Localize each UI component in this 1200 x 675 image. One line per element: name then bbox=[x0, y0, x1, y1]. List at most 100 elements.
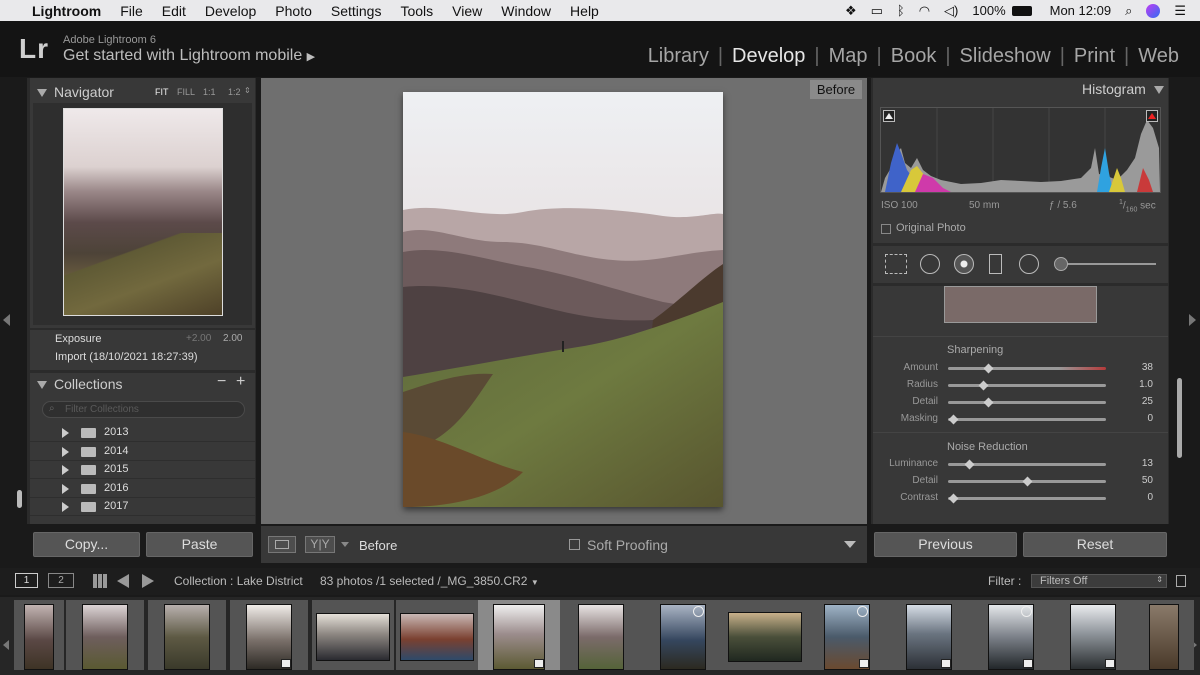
expand-arrow-icon[interactable] bbox=[62, 465, 69, 476]
slider-contrast[interactable]: Contrast 0 bbox=[873, 492, 1168, 506]
menu-file[interactable]: File bbox=[120, 3, 143, 19]
previous-button[interactable]: Previous bbox=[874, 532, 1017, 557]
menu-help[interactable]: Help bbox=[570, 3, 599, 19]
clock[interactable]: Mon 12:09 bbox=[1050, 3, 1111, 18]
soft-proofing-checkbox[interactable] bbox=[569, 539, 580, 550]
slider-radius[interactable]: Radius 1.0 bbox=[873, 379, 1168, 393]
slider-thumb[interactable] bbox=[1022, 476, 1033, 487]
menu-photo[interactable]: Photo bbox=[275, 3, 312, 19]
history-item[interactable]: Import (18/10/2021 18:27:39) bbox=[30, 350, 255, 366]
slider-track[interactable] bbox=[948, 493, 1106, 504]
filmstrip-thumbnail[interactable] bbox=[560, 600, 642, 670]
shadow-clipping-icon[interactable] bbox=[883, 110, 895, 122]
slider-detail[interactable]: Detail 25 bbox=[873, 396, 1168, 410]
module-web[interactable]: Web bbox=[1129, 45, 1188, 68]
add-collection-button[interactable]: + bbox=[236, 373, 245, 391]
airplay-icon[interactable]: ▭ bbox=[871, 3, 883, 19]
slider-value[interactable]: 38 bbox=[1123, 362, 1153, 373]
collection-set-item[interactable]: 2014 bbox=[30, 443, 255, 461]
filter-lock-icon[interactable] bbox=[1176, 575, 1186, 587]
filmstrip-thumbnail[interactable] bbox=[14, 600, 64, 670]
filmstrip-thumbnail[interactable] bbox=[396, 600, 478, 670]
crop-tool-icon[interactable] bbox=[885, 254, 907, 274]
soft-proofing-label[interactable]: Soft Proofing bbox=[587, 537, 668, 553]
filmstrip-thumbnail[interactable] bbox=[642, 600, 724, 670]
siri-icon[interactable] bbox=[1146, 3, 1161, 18]
battery-percent[interactable]: 100% bbox=[972, 3, 1005, 18]
filter-collections-field[interactable]: ⌕ Filter Collections bbox=[42, 401, 245, 418]
filmstrip-thumbnail[interactable] bbox=[148, 600, 226, 670]
detail-preview[interactable] bbox=[944, 286, 1097, 323]
main-screen-button[interactable]: 1 bbox=[15, 573, 38, 588]
zoom-fit[interactable]: FIT bbox=[155, 87, 169, 97]
spotlight-icon[interactable]: ⌕ bbox=[1125, 3, 1132, 19]
main-photo[interactable] bbox=[403, 92, 723, 507]
history-item[interactable]: Exposure +2.00 2.00 bbox=[30, 332, 255, 348]
navigator-collapse-icon[interactable] bbox=[37, 89, 47, 97]
right-panel-toggle[interactable] bbox=[1189, 314, 1196, 326]
slider-value[interactable]: 50 bbox=[1123, 475, 1153, 486]
module-develop[interactable]: Develop bbox=[723, 45, 814, 68]
expand-arrow-icon[interactable] bbox=[62, 483, 69, 494]
forward-arrow-icon[interactable] bbox=[142, 574, 154, 588]
remove-collection-button[interactable]: − bbox=[217, 373, 226, 391]
right-panel-scrollbar[interactable] bbox=[1177, 378, 1182, 458]
left-panel-toggle[interactable] bbox=[3, 314, 10, 326]
grid-view-icon[interactable] bbox=[93, 574, 107, 588]
menu-window[interactable]: Window bbox=[501, 3, 551, 19]
collections-collapse-icon[interactable] bbox=[37, 381, 47, 389]
filmstrip-thumbnail[interactable] bbox=[66, 600, 144, 670]
original-photo-checkbox[interactable] bbox=[881, 224, 891, 234]
histogram-graph[interactable] bbox=[880, 107, 1161, 193]
slider-thumb[interactable] bbox=[983, 397, 993, 408]
red-eye-icon[interactable] bbox=[954, 254, 974, 274]
copy-button[interactable]: Copy... bbox=[33, 532, 140, 557]
slider-masking[interactable]: Masking 0 bbox=[873, 413, 1168, 427]
module-slideshow[interactable]: Slideshow bbox=[951, 45, 1060, 68]
expand-arrow-icon[interactable] bbox=[62, 446, 69, 457]
module-print[interactable]: Print bbox=[1065, 45, 1124, 68]
menu-app[interactable]: Lightroom bbox=[32, 3, 101, 19]
slider-track[interactable] bbox=[948, 380, 1106, 391]
collection-set-item[interactable]: 2016 bbox=[30, 480, 255, 498]
zoom-1-1[interactable]: 1:1 bbox=[203, 87, 216, 97]
reset-button[interactable]: Reset bbox=[1023, 532, 1167, 557]
slider-track[interactable] bbox=[948, 397, 1106, 408]
zoom-fill[interactable]: FILL bbox=[177, 87, 195, 97]
slider-track[interactable] bbox=[948, 363, 1106, 374]
second-screen-button[interactable]: 2 bbox=[48, 573, 74, 588]
filter-select[interactable]: Filters Off ⇕ bbox=[1031, 574, 1167, 588]
navigator-preview-image[interactable] bbox=[63, 108, 223, 316]
slider-thumb[interactable] bbox=[983, 363, 993, 374]
filmstrip-thumbnail[interactable] bbox=[806, 600, 888, 670]
before-after-button[interactable]: Y|Y bbox=[305, 536, 335, 553]
filmstrip-thumbnail[interactable] bbox=[230, 600, 308, 670]
filmstrip-thumbnail[interactable] bbox=[1134, 600, 1194, 670]
collection-set-item[interactable]: 2015 bbox=[30, 461, 255, 480]
slider-track[interactable] bbox=[948, 459, 1106, 470]
filmstrip-thumbnail[interactable] bbox=[312, 600, 394, 670]
filmstrip-thumbnail[interactable] bbox=[724, 600, 806, 670]
get-started-link[interactable]: Get started with Lightroom mobile ▶ bbox=[63, 47, 315, 65]
menu-edit[interactable]: Edit bbox=[162, 3, 186, 19]
photo-count[interactable]: 83 photos /1 selected /_MG_3850.CR2 ▼ bbox=[320, 574, 539, 588]
module-library[interactable]: Library bbox=[639, 45, 718, 68]
slider-thumb[interactable] bbox=[948, 493, 959, 504]
filmstrip-left-arrow[interactable] bbox=[3, 640, 9, 650]
slider-value[interactable]: 25 bbox=[1123, 396, 1153, 407]
volume-icon[interactable]: ◁) bbox=[944, 3, 958, 19]
adjustment-brush-slider[interactable] bbox=[1056, 263, 1156, 265]
back-arrow-icon[interactable] bbox=[117, 574, 129, 588]
expand-arrow-icon[interactable] bbox=[62, 502, 69, 513]
slider-detail[interactable]: Detail 50 bbox=[873, 475, 1168, 489]
slider-value[interactable]: 1.0 bbox=[1123, 379, 1153, 390]
filmstrip-thumbnail[interactable] bbox=[888, 600, 970, 670]
bluetooth-icon[interactable]: ᛒ bbox=[897, 3, 905, 18]
slider-track[interactable] bbox=[948, 414, 1106, 425]
filmstrip-thumbnail[interactable] bbox=[1052, 600, 1134, 670]
paste-button[interactable]: Paste bbox=[146, 532, 253, 557]
wifi-icon[interactable]: ◠ bbox=[919, 3, 930, 19]
graduated-filter-icon[interactable] bbox=[989, 254, 1002, 274]
menu-develop[interactable]: Develop bbox=[205, 3, 256, 19]
slider-amount[interactable]: Amount 38 bbox=[873, 362, 1168, 376]
